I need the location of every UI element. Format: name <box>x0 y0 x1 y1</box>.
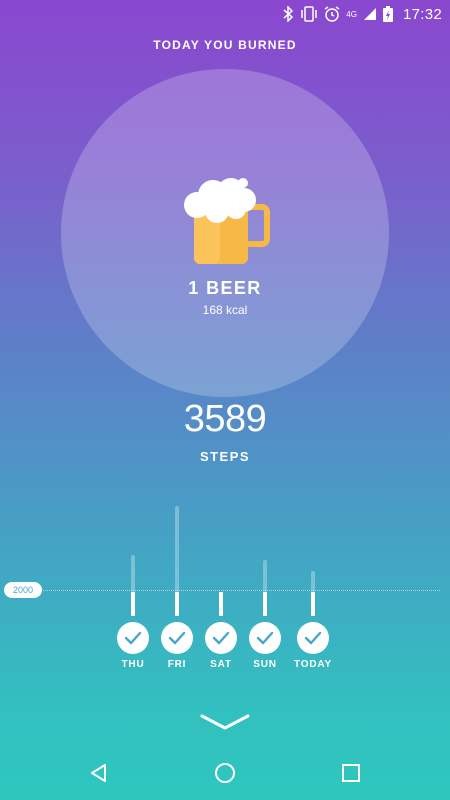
goal-bar <box>263 592 267 616</box>
home-circle-icon[interactable] <box>213 761 237 785</box>
day-column-thu[interactable]: THU <box>113 495 153 675</box>
completed-check-icon <box>161 622 193 654</box>
goal-bar <box>175 592 179 616</box>
completed-check-icon <box>117 622 149 654</box>
network-type-label: 4G <box>346 9 357 19</box>
recents-square-icon[interactable] <box>339 761 363 785</box>
battery-charging-icon <box>382 6 393 22</box>
vibrate-icon <box>301 6 318 22</box>
status-bar: 4G 17:32 <box>0 0 450 28</box>
goal-bar <box>311 592 315 616</box>
completed-check-icon <box>297 622 329 654</box>
steps-bar <box>131 555 135 592</box>
day-label: TODAY <box>294 659 332 670</box>
goal-bar <box>219 592 223 616</box>
completed-check-icon <box>205 622 237 654</box>
back-triangle-icon[interactable] <box>87 761 111 785</box>
steps-bar <box>311 571 315 592</box>
day-column-today[interactable]: TODAY <box>293 495 333 675</box>
goal-badge: 2000 <box>4 582 42 598</box>
steps-bar <box>263 560 267 592</box>
chevron-down-icon[interactable] <box>200 712 250 732</box>
steps-label: STEPS <box>199 449 251 464</box>
day-column-sun[interactable]: SUN <box>245 495 285 675</box>
burn-equivalent-label: 1 BEER <box>188 278 262 298</box>
page-title: TODAY YOU BURNED <box>153 38 297 52</box>
alarm-icon <box>324 6 340 22</box>
navigation-bar <box>0 745 450 800</box>
day-column-fri[interactable]: FRI <box>157 495 197 675</box>
signal-icon <box>363 8 376 20</box>
day-column-sat[interactable]: SAT <box>201 495 241 675</box>
status-clock: 17:32 <box>402 5 442 23</box>
beer-mug-icon <box>184 178 270 264</box>
bluetooth-icon <box>283 6 294 22</box>
completed-check-icon <box>249 622 281 654</box>
steps-bar <box>175 506 179 592</box>
weekly-steps-chart: 2000 THU FRI SAT SUN TODAY <box>0 495 450 675</box>
steps-count: 3589 <box>183 398 267 440</box>
goal-bar <box>131 592 135 616</box>
kcal-value: 168 kcal <box>202 303 248 317</box>
